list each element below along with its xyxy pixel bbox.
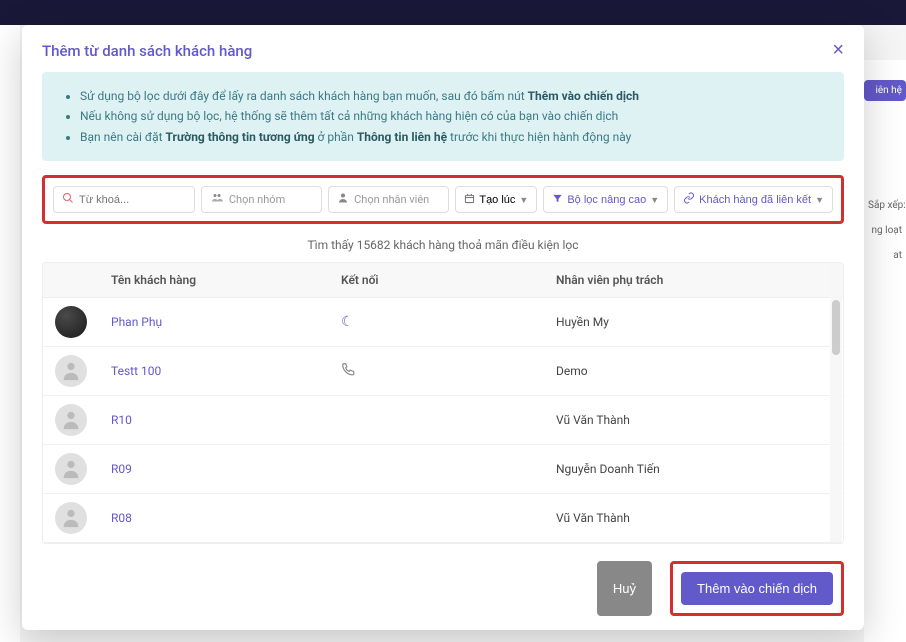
scrollbar-thumb[interactable]	[832, 300, 840, 355]
modal-body: Sử dụng bộ lọc dưới đây để lấy ra danh s…	[22, 72, 864, 547]
filter-bar: Chọn nhóm Chọn nhân viên Tạo lúc ▼ Bộ l	[42, 175, 844, 224]
customers-table: Tên khách hàng Kết nối Nhân viên phụ trá…	[43, 263, 843, 543]
phone-icon	[341, 364, 355, 380]
other-label: at	[864, 247, 906, 264]
page-right-edge: iên hệ Sắp xếp: ng loạt at	[864, 60, 906, 642]
chevron-down-icon: ▼	[519, 195, 528, 205]
group-icon	[210, 192, 224, 207]
contact-button[interactable]: iên hệ	[864, 80, 906, 101]
table-row[interactable]: Phan Phụ ☾ Huyền My	[43, 298, 843, 347]
table-row[interactable]: R08 Vũ Văn Thành	[43, 494, 843, 543]
avatar	[55, 404, 87, 436]
created-at-label: Tạo lúc	[479, 194, 515, 206]
filter-icon	[552, 193, 563, 207]
bulk-label: ng loạt	[864, 222, 906, 239]
cancel-button[interactable]: Huỷ	[597, 561, 652, 616]
staff-name: Nguyễn Doanh Tiến	[544, 445, 843, 494]
result-count: Tìm thấy 15682 khách hàng thoả mãn điều …	[42, 238, 844, 252]
advanced-filter[interactable]: Bộ lọc nâng cao ▼	[543, 186, 668, 213]
moon-icon: ☾	[341, 314, 354, 330]
customer-name-link[interactable]: Phan Phụ	[111, 315, 162, 329]
avatar	[55, 306, 87, 338]
info-line-2: Nếu không sử dụng bộ lọc, hệ thống sẽ th…	[80, 106, 826, 126]
table-row[interactable]: Testt 100 Demo	[43, 347, 843, 396]
linked-filter-label: Khách hàng đã liên kết	[699, 194, 811, 206]
sort-label: Sắp xếp:	[864, 197, 906, 214]
keyword-input[interactable]	[79, 194, 186, 206]
close-button[interactable]: ×	[832, 39, 844, 62]
created-at-filter[interactable]: Tạo lúc ▼	[455, 186, 537, 213]
link-icon	[683, 192, 695, 207]
customer-name-link[interactable]: Testt 100	[111, 364, 161, 378]
info-line-3: Bạn nên cài đặt Trường thông tin tương ứ…	[80, 127, 826, 147]
modal-footer: Huỷ Thêm vào chiến dịch	[22, 547, 864, 630]
chevron-down-icon: ▼	[815, 195, 824, 205]
customers-table-wrap: Tên khách hàng Kết nối Nhân viên phụ trá…	[42, 262, 844, 544]
calendar-icon	[464, 193, 475, 207]
submit-button[interactable]: Thêm vào chiến dịch	[681, 572, 833, 605]
group-select[interactable]: Chọn nhóm	[201, 186, 322, 213]
chevron-down-icon: ▼	[650, 195, 659, 205]
add-customers-modal: Thêm từ danh sách khách hàng × Sử dụng b…	[22, 25, 864, 630]
app-header	[0, 0, 906, 25]
table-row[interactable]: R10 Vũ Văn Thành	[43, 396, 843, 445]
advanced-filter-label: Bộ lọc nâng cao	[567, 194, 646, 206]
info-line-1: Sử dụng bộ lọc dưới đây để lấy ra danh s…	[80, 86, 826, 106]
col-connect: Kết nối	[329, 263, 544, 298]
page-left-edge	[0, 25, 20, 642]
customer-name-link[interactable]: R10	[111, 413, 132, 427]
col-staff: Nhân viên phụ trách	[544, 263, 843, 298]
staff-placeholder: Chọn nhân viên	[354, 193, 440, 206]
linked-customers-filter[interactable]: Khách hàng đã liên kết ▼	[674, 186, 833, 213]
col-name: Tên khách hàng	[99, 263, 329, 298]
avatar	[55, 453, 87, 485]
search-icon	[62, 192, 74, 207]
modal-header: Thêm từ danh sách khách hàng ×	[22, 25, 864, 72]
user-icon	[337, 192, 349, 207]
staff-name: Demo	[544, 347, 843, 396]
table-row[interactable]: R09 Nguyễn Doanh Tiến	[43, 445, 843, 494]
staff-name: Huyền My	[544, 298, 843, 347]
info-banner: Sử dụng bộ lọc dưới đây để lấy ra danh s…	[42, 72, 844, 161]
staff-name: Vũ Văn Thành	[544, 494, 843, 543]
customer-name-link[interactable]: R08	[111, 511, 132, 525]
avatar	[55, 355, 87, 387]
staff-name: Vũ Văn Thành	[544, 396, 843, 445]
customer-name-link[interactable]: R09	[111, 462, 132, 476]
group-placeholder: Chọn nhóm	[229, 193, 313, 206]
avatar	[55, 502, 87, 534]
keyword-search[interactable]	[53, 186, 195, 213]
submit-highlight: Thêm vào chiến dịch	[670, 561, 844, 616]
staff-select[interactable]: Chọn nhân viên	[328, 186, 449, 213]
modal-title: Thêm từ danh sách khách hàng	[42, 42, 252, 60]
col-avatar	[43, 263, 99, 298]
table-scrollbar[interactable]	[830, 264, 842, 542]
